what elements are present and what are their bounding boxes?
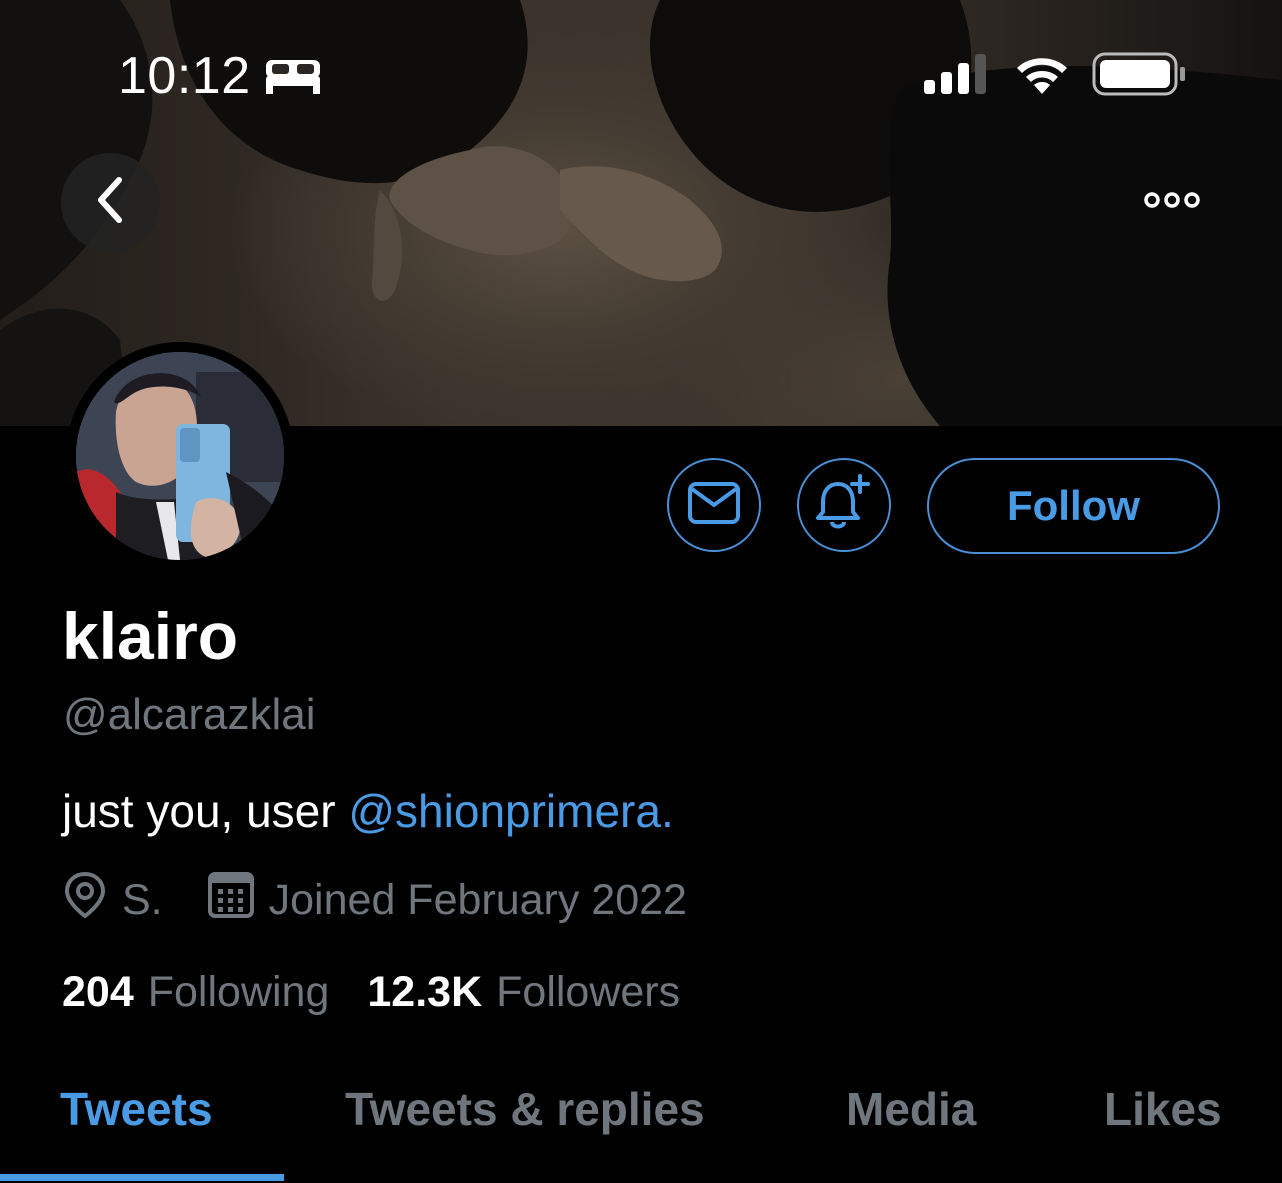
profile-meta: S. Joined February 2022 <box>62 871 687 930</box>
tab-tweets-and-replies[interactable]: Tweets & replies <box>345 1082 705 1136</box>
calendar-icon <box>207 871 269 930</box>
user-handle: @alcarazklai <box>63 690 316 739</box>
back-button[interactable] <box>61 153 160 252</box>
followers-label: Followers <box>496 968 681 1016</box>
bio: just you, user @shionprimera. <box>62 784 674 838</box>
display-name: klairo <box>62 599 239 673</box>
bed-icon <box>264 56 322 101</box>
tab-tweets[interactable]: Tweets <box>60 1082 213 1136</box>
bell-plus-icon <box>814 473 874 537</box>
status-bar: 10:12 <box>0 0 1282 150</box>
notifications-button[interactable] <box>797 458 891 552</box>
signal-icon <box>924 54 992 99</box>
follow-stats: 204 Following 12.3K Followers <box>62 968 680 1017</box>
avatar-photo <box>76 352 284 560</box>
message-button[interactable] <box>667 458 761 552</box>
chevron-left-icon <box>91 176 131 229</box>
more-options-button[interactable] <box>1130 180 1214 224</box>
followers-link[interactable]: 12.3K Followers <box>367 968 680 1017</box>
joined-date: Joined February 2022 <box>268 875 687 924</box>
location-icon <box>62 871 122 930</box>
following-count: 204 <box>62 968 134 1016</box>
profile-tabs: Tweets Tweets & replies Media Likes <box>0 1060 1282 1183</box>
status-time: 10:12 <box>118 47 251 105</box>
wifi-icon <box>1012 52 1072 101</box>
bio-mention-link[interactable]: @shionprimera. <box>348 785 673 837</box>
active-tab-indicator <box>0 1174 284 1181</box>
avatar[interactable] <box>66 342 294 570</box>
bio-text: just you, user <box>62 785 349 837</box>
following-link[interactable]: 204 Following <box>62 968 329 1017</box>
tab-media[interactable]: Media <box>846 1082 976 1136</box>
more-horizontal-icon <box>1144 191 1200 214</box>
followers-count: 12.3K <box>367 968 483 1016</box>
following-label: Following <box>147 968 330 1016</box>
battery-icon <box>1092 52 1188 101</box>
follow-button[interactable]: Follow <box>927 458 1220 554</box>
mail-icon <box>687 481 741 530</box>
location-text: S. <box>122 875 163 924</box>
tab-likes[interactable]: Likes <box>1104 1082 1222 1136</box>
